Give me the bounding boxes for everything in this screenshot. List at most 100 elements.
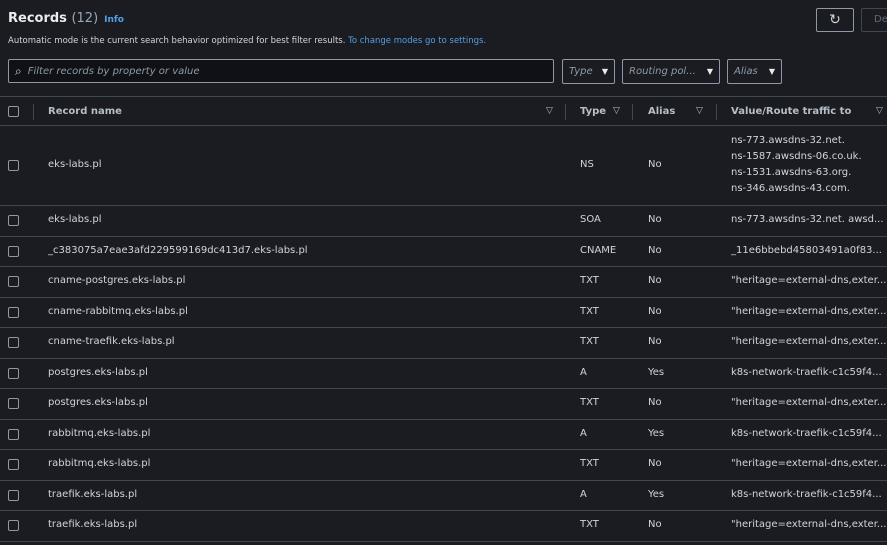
record-value: ns-773.awsdns-32.net. awsd... [731,214,884,226]
table-row[interactable]: _c383075a7eae3afd229599169dc413d7.eks-la… [0,237,887,267]
description-text: Automatic mode is the current search beh… [8,36,346,46]
record-name[interactable]: cname-postgres.eks-labs.pl [48,275,185,286]
record-alias: Yes [648,488,665,500]
record-alias: No [648,275,662,287]
record-type: TXT [580,336,599,348]
table-row[interactable]: traefik.eks-labs.pl A Yes k8s-network-tra… [0,481,887,511]
table-row[interactable]: rabbitmq.eks-labs.pl TXT No "heritage=ext… [0,450,887,481]
record-value: ns-1531.awsdns-63.org. [731,167,852,178]
title-text: Records [8,11,67,26]
record-name[interactable]: postgres.eks-labs.pl [48,367,148,378]
record-type: CNAME [580,244,617,256]
record-value: k8s-network-traefik-c1c59f4... [731,427,882,439]
record-name[interactable]: cname-traefik.eks-labs.pl [48,336,175,347]
table-row[interactable]: postgres.eks-labs.pl TXT No "heritage=ext… [0,389,887,420]
record-type: TXT [580,305,599,317]
row-checkbox[interactable] [8,337,19,349]
record-alias: No [648,214,662,226]
record-alias: Yes [648,366,665,378]
page-title: Records (12) Info [8,11,124,26]
record-name[interactable]: eks-labs.pl [48,214,102,225]
record-type: TXT [580,519,599,531]
row-checkbox[interactable] [8,160,19,171]
record-value: k8s-network-traefik-c1c59f4... [731,488,882,500]
routing-policy-filter-dropdown[interactable]: Routing pol... ▼ [622,59,720,84]
alias-filter-dropdown[interactable]: Alias ▼ [727,59,782,84]
record-value: "heritage=external-dns,exter... [731,275,887,287]
record-name[interactable]: cname-rabbitmq.eks-labs.pl [48,306,188,317]
row-checkbox[interactable] [8,306,19,318]
row-checkbox[interactable] [8,398,19,410]
record-name[interactable]: traefik.eks-labs.pl [48,519,137,530]
sort-icon[interactable]: ▽ [696,106,703,116]
record-value: "heritage=external-dns,exter... [731,519,887,531]
table-row[interactable]: eks-labs.pl NS No ns-773.awsdns-32.net. ns… [0,126,887,206]
record-alias: No [648,519,662,531]
refresh-icon: ↻ [829,12,841,28]
table-row[interactable]: traefik.eks-labs.pl TXT No "heritage=exte… [0,511,887,542]
record-name[interactable]: postgres.eks-labs.pl [48,397,148,408]
row-checkbox[interactable] [8,428,19,440]
table-row[interactable]: cname-postgres.eks-labs.pl TXT No "herita… [0,267,887,298]
row-checkbox[interactable] [8,520,19,532]
record-type: TXT [580,397,599,409]
record-alias: No [648,458,662,470]
record-value: "heritage=external-dns,exter... [731,336,887,348]
record-value: "heritage=external-dns,exter... [731,458,887,470]
record-type: TXT [580,458,599,470]
search-mode-description: Automatic mode is the current search beh… [8,36,486,46]
caret-down-icon: ▼ [768,67,775,76]
row-checkbox[interactable] [8,489,19,501]
record-value: ns-773.awsdns-32.net. [731,135,845,146]
type-filter-dropdown[interactable]: Type ▼ [562,59,615,84]
record-type: A [580,427,587,439]
caret-down-icon: ▼ [706,67,713,76]
record-count: (12) [71,11,99,26]
info-link[interactable]: Info [104,15,124,25]
record-value: _11e6bbebd45803491a0f83... [731,244,882,256]
table-row[interactable]: cname-traefik.eks-labs.pl TXT No "heritag… [0,328,887,359]
column-header-record-name[interactable]: Record name [48,106,122,117]
record-alias: No [648,397,662,409]
row-checkbox[interactable] [8,459,19,471]
sort-icon[interactable]: ▽ [546,106,553,116]
record-name[interactable]: rabbitmq.eks-labs.pl [48,458,150,469]
record-alias: No [648,305,662,317]
row-checkbox[interactable] [8,245,19,257]
caret-down-icon: ▼ [601,67,608,76]
record-alias: Yes [648,427,665,439]
record-name[interactable]: rabbitmq.eks-labs.pl [48,428,150,439]
row-checkbox[interactable] [8,215,19,227]
record-alias: No [648,336,662,348]
table-row[interactable]: rabbitmq.eks-labs.pl A Yes k8s-network-tr… [0,420,887,450]
sort-icon[interactable]: ▽ [613,106,620,116]
settings-link[interactable]: To change modes go to settings. [348,36,486,46]
delete-button[interactable]: De [861,8,887,32]
record-value: k8s-network-traefik-c1c59f4... [731,366,882,378]
search-input[interactable]: ⌕ Filter records by property or value [8,59,554,83]
record-value: ns-1587.awsdns-06.co.uk. [731,151,862,162]
refresh-button[interactable]: ↻ [816,8,854,32]
table-row[interactable]: postgres.eks-labs.pl A Yes k8s-network-tr… [0,359,887,389]
row-checkbox[interactable] [8,367,19,379]
record-alias: No [648,244,662,256]
table-row[interactable]: eks-labs.pl SOA No ns-773.awsdns-32.net. … [0,206,887,237]
record-name[interactable]: eks-labs.pl [48,159,102,170]
table-row[interactable]: cname-rabbitmq.eks-labs.pl TXT No "herita… [0,298,887,328]
column-header-value[interactable]: Value/Route traffic to [731,106,851,117]
column-header-type[interactable]: Type [580,106,606,117]
search-placeholder: Filter records by property or value [27,65,200,77]
table-header: Record name ▽ Type ▽ Alias ▽ Value/Route… [0,96,887,126]
search-icon: ⌕ [15,63,22,78]
routing-filter-label: Routing pol... [629,66,696,77]
column-header-alias[interactable]: Alias [648,106,675,117]
select-all-checkbox[interactable] [8,106,19,117]
record-name[interactable]: traefik.eks-labs.pl [48,489,137,500]
row-checkbox[interactable] [8,276,19,288]
record-name[interactable]: _c383075a7eae3afd229599169dc413d7.eks-la… [48,245,308,256]
record-alias: No [648,159,662,170]
record-type: TXT [580,275,599,287]
record-type: A [580,366,587,378]
record-type: A [580,488,587,500]
sort-icon[interactable]: ▽ [876,106,883,116]
